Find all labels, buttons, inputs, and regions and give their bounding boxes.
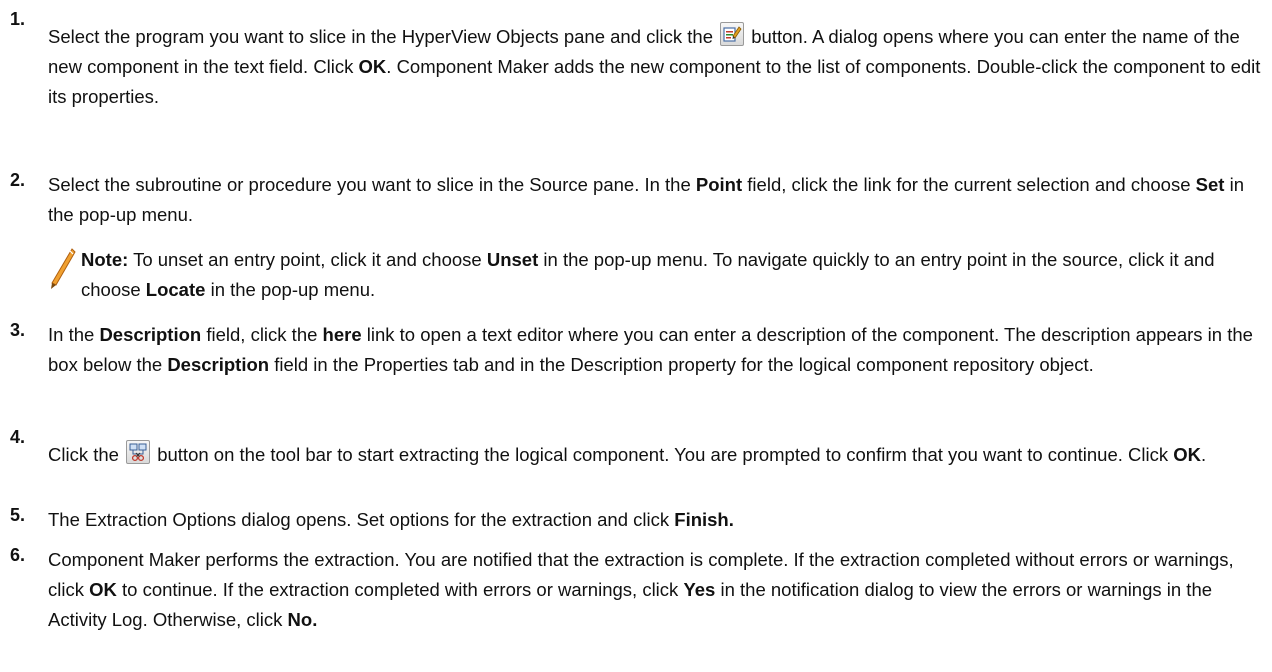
bold-run: Yes xyxy=(683,579,716,600)
bold-run: Description xyxy=(99,324,202,345)
text-run: in the pop-up menu. xyxy=(205,279,376,300)
bold-run: Unset xyxy=(486,249,539,270)
step-number: 4. xyxy=(10,427,26,447)
bold-run: OK xyxy=(89,579,117,600)
step-text: The Extraction Options dialog opens. Set… xyxy=(48,505,1264,535)
text-run: The Extraction Options dialog opens. Set… xyxy=(48,509,675,530)
extract-component-icon xyxy=(126,440,151,464)
step-number: 5. xyxy=(10,505,26,525)
text-run: field in the Properties tab and in the D… xyxy=(269,354,1094,375)
note-label: Note: xyxy=(81,249,129,270)
text-run: In the xyxy=(48,324,100,345)
step-text: Component Maker performs the extraction.… xyxy=(48,545,1264,635)
step-number: 6. xyxy=(10,545,26,565)
text-run: field, click the link for the current se… xyxy=(742,174,1196,195)
bold-run: Description xyxy=(167,354,270,375)
text-run: Select the program you want to slice in … xyxy=(48,26,719,47)
step-text: In the Description field, click the here… xyxy=(48,320,1264,380)
procedure-document: 1. Select the program you want to slice … xyxy=(0,0,1272,672)
text-run: to continue. If the extraction completed… xyxy=(116,579,684,600)
step-text: Click the button on the tool bar to star… xyxy=(48,440,1264,470)
bold-run: Locate xyxy=(145,279,206,300)
text-run: To unset an entry point, click it and ch… xyxy=(128,249,487,270)
text-run: button on the tool bar to start extracti… xyxy=(152,444,1174,465)
bold-run: OK xyxy=(1173,444,1202,465)
step-number: 2. xyxy=(10,170,26,190)
bold-run: here xyxy=(322,324,362,345)
bold-run: OK xyxy=(358,56,387,77)
step-number: 3. xyxy=(10,320,26,340)
text-run: Select the subroutine or procedure you w… xyxy=(48,174,696,195)
step-text: Select the program you want to slice in … xyxy=(48,22,1264,112)
bold-run: Finish. xyxy=(674,509,734,530)
step-text: Select the subroutine or procedure you w… xyxy=(48,170,1264,230)
text-run: . xyxy=(1201,444,1207,465)
text-run: Click the xyxy=(48,444,125,465)
new-component-icon xyxy=(720,22,745,46)
pencil-note-icon xyxy=(48,247,76,296)
note-text: Note: To unset an entry point, click it … xyxy=(81,245,1264,305)
bold-run: Set xyxy=(1195,174,1225,195)
step-number: 1. xyxy=(10,9,26,29)
text-run: field, click the xyxy=(201,324,323,345)
bold-run: No. xyxy=(287,609,318,630)
bold-run: Point xyxy=(695,174,743,195)
